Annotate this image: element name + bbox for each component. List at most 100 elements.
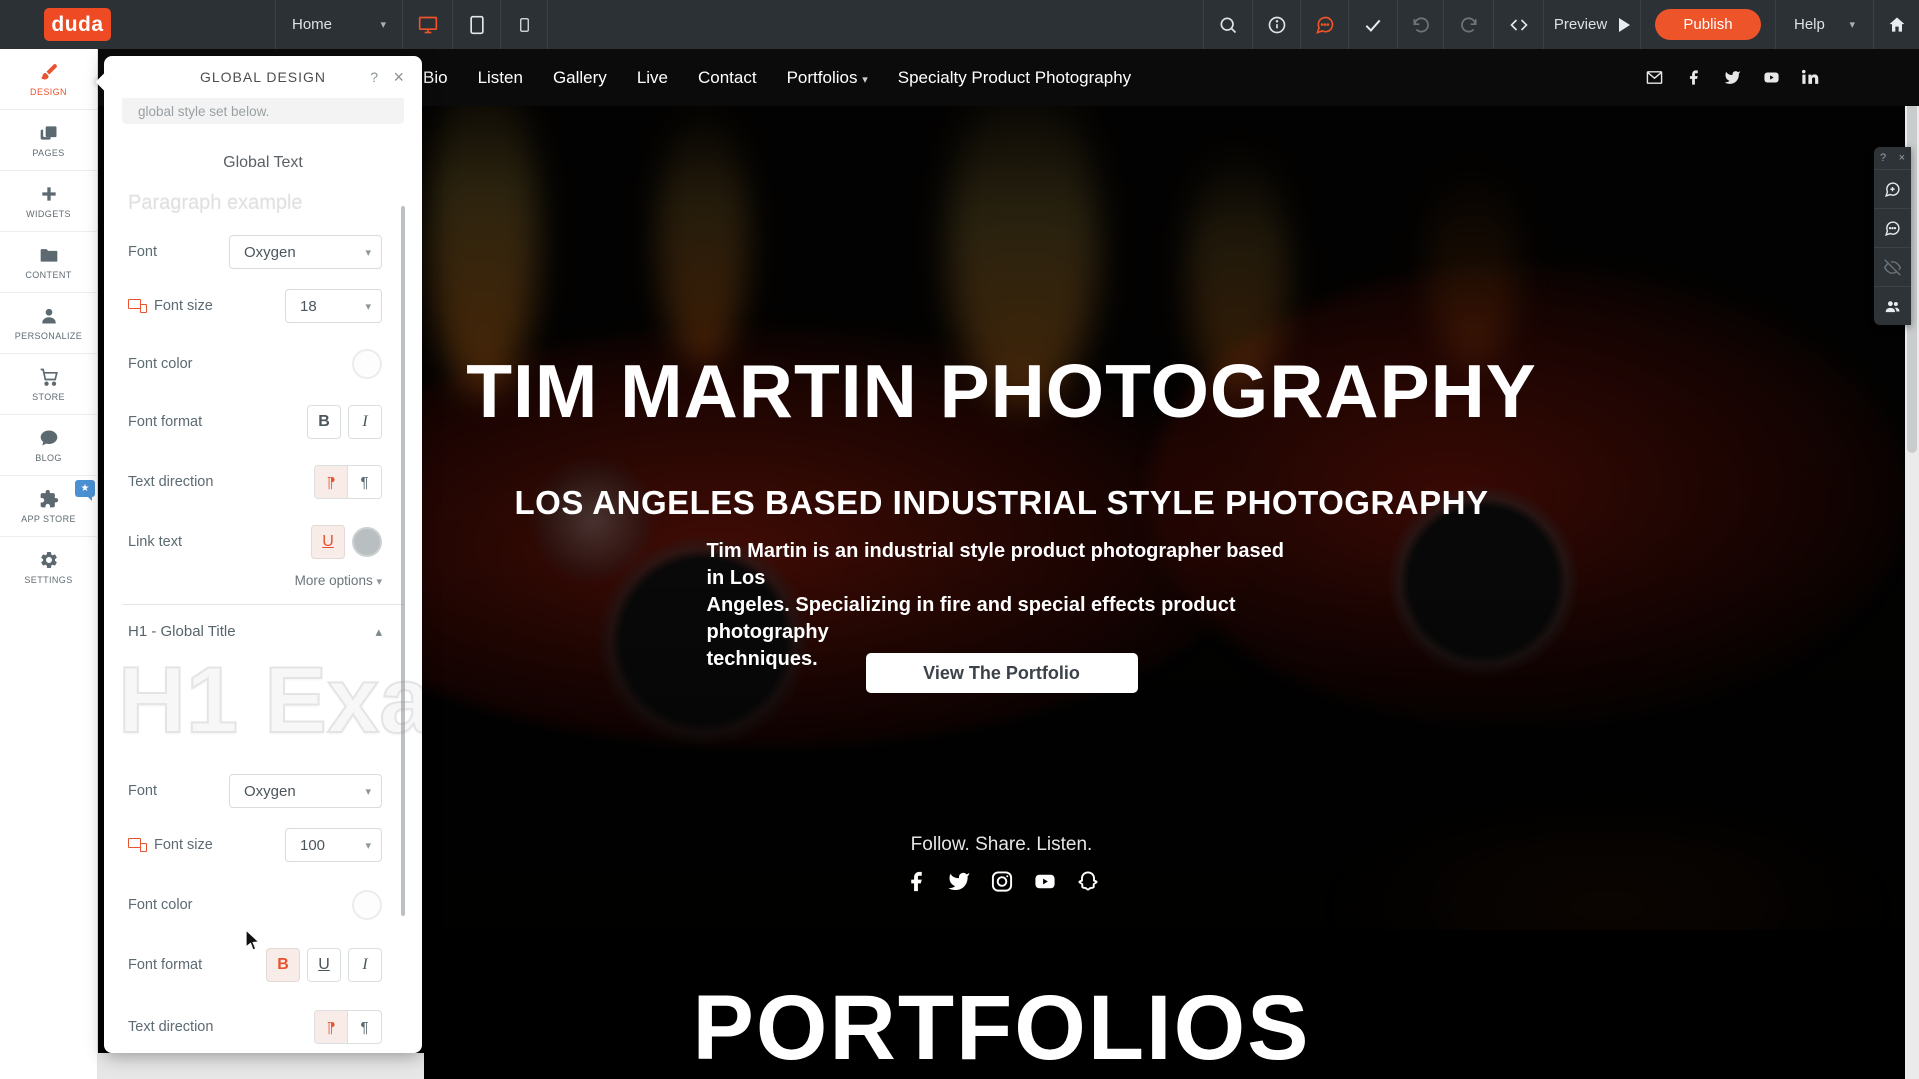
- direction-ltr-button[interactable]: ¶: [314, 465, 348, 499]
- bold-button[interactable]: B: [307, 405, 341, 439]
- sidebar-item-store[interactable]: STORE: [0, 354, 97, 415]
- chevron-down-icon: ▾: [1849, 18, 1855, 31]
- global-text-heading: Global Text: [104, 154, 422, 172]
- link-underline-button[interactable]: U: [311, 525, 345, 559]
- h1-font-size-select[interactable]: 100 ▾: [285, 828, 382, 862]
- panel-close-icon[interactable]: ×: [393, 67, 404, 88]
- global-design-panel: GLOBAL DESIGN ? × global style set below…: [104, 56, 422, 1053]
- facebook-icon[interactable]: [1685, 69, 1702, 86]
- dashboard-home-button[interactable]: [1873, 0, 1919, 49]
- nav-link-specialty[interactable]: Specialty Product Photography: [898, 68, 1131, 88]
- h1-font-size-row: Font size 100 ▾: [104, 828, 422, 862]
- font-size-select[interactable]: 18 ▾: [285, 289, 382, 323]
- hide-comments-button[interactable]: [1874, 247, 1911, 286]
- undo-button[interactable]: [1397, 0, 1443, 49]
- sidebar-item-label: BLOG: [35, 453, 62, 463]
- h1-italic-button[interactable]: I: [348, 948, 382, 982]
- collaborators-button[interactable]: [1874, 286, 1911, 325]
- chevron-up-icon[interactable]: ▴: [375, 624, 382, 640]
- save-check-button[interactable]: [1348, 0, 1397, 49]
- nav-link-listen[interactable]: Listen: [478, 68, 523, 88]
- sidebar-item-widgets[interactable]: WIDGETS: [0, 171, 97, 232]
- dev-mode-button[interactable]: [1493, 0, 1543, 49]
- device-mobile-button[interactable]: [500, 0, 548, 49]
- chevron-down-icon: ▾: [862, 74, 868, 86]
- sidebar-item-personalize[interactable]: PERSONALIZE: [0, 293, 97, 354]
- sidebar-item-app-store[interactable]: APP STORE ★: [0, 476, 97, 537]
- toolbar-help-icon[interactable]: ?: [1880, 152, 1886, 164]
- duda-logo[interactable]: duda: [44, 8, 111, 41]
- font-size-label: Font size: [128, 298, 213, 314]
- youtube-icon[interactable]: [1763, 69, 1780, 86]
- more-options-link[interactable]: More options ▾: [104, 573, 422, 588]
- h1-text-direction-row: Text direction ¶ ¶: [104, 1010, 422, 1044]
- toolbar-close-icon[interactable]: ×: [1899, 152, 1905, 164]
- youtube-icon[interactable]: [1033, 870, 1056, 893]
- sidebar-item-label: DESIGN: [30, 87, 67, 97]
- facebook-icon[interactable]: [904, 870, 927, 893]
- h1-bold-button[interactable]: B: [266, 948, 300, 982]
- sidebar-item-label: STORE: [32, 392, 65, 402]
- redo-button[interactable]: [1443, 0, 1493, 49]
- sidebar-item-pages[interactable]: PAGES: [0, 110, 97, 171]
- h1-direction-ltr-button[interactable]: ¶: [314, 1010, 348, 1044]
- font-color-swatch[interactable]: [352, 349, 382, 379]
- h1-section-header[interactable]: H1 - Global Title ▴: [104, 623, 422, 640]
- h1-font-select[interactable]: Oxygen ▾: [229, 774, 382, 808]
- linkedin-icon[interactable]: [1802, 69, 1819, 86]
- nav-social-icons: [1646, 69, 1819, 86]
- font-format-label: Font format: [128, 957, 202, 973]
- snapchat-icon[interactable]: [1076, 870, 1099, 893]
- page-selector[interactable]: Home ▾: [275, 0, 402, 49]
- twitter-icon[interactable]: [1724, 69, 1741, 86]
- help-menu[interactable]: Help ▾: [1775, 0, 1873, 49]
- panel-footer-gutter: [98, 1053, 424, 1079]
- new-badge: ★: [75, 480, 95, 497]
- sidebar-item-settings[interactable]: SETTINGS: [0, 537, 97, 598]
- device-tablet-button[interactable]: [452, 0, 500, 49]
- sidebar-item-content[interactable]: CONTENT: [0, 232, 97, 293]
- nav-link-bio[interactable]: Bio: [423, 68, 448, 88]
- h1-direction-rtl-button[interactable]: ¶: [348, 1010, 382, 1044]
- home-icon: [1887, 15, 1907, 35]
- italic-button[interactable]: I: [348, 405, 382, 439]
- direction-rtl-button[interactable]: ¶: [348, 465, 382, 499]
- comments-list-button[interactable]: [1874, 208, 1911, 247]
- font-select[interactable]: Oxygen ▾: [229, 235, 382, 269]
- email-icon[interactable]: [1646, 69, 1663, 86]
- code-icon: [1509, 15, 1529, 35]
- twitter-icon[interactable]: [947, 870, 970, 893]
- search-button[interactable]: [1203, 0, 1252, 49]
- nav-link-live[interactable]: Live: [637, 68, 668, 88]
- view-portfolio-button[interactable]: View The Portfolio: [866, 653, 1138, 693]
- h1-font-color-swatch[interactable]: [352, 890, 382, 920]
- font-format-row: Font format B I: [104, 405, 422, 439]
- users-icon: [1884, 298, 1901, 315]
- panel-scrollbar[interactable]: [401, 206, 405, 916]
- instagram-icon[interactable]: [990, 870, 1013, 893]
- text-direction-label: Text direction: [128, 474, 213, 490]
- sidebar-item-label: CONTENT: [25, 270, 71, 280]
- chat-bubble-icon: [1315, 15, 1335, 35]
- add-comment-button[interactable]: [1874, 169, 1911, 208]
- check-icon: [1363, 15, 1383, 35]
- chevron-down-icon: ▾: [365, 300, 371, 313]
- publish-button[interactable]: Publish: [1655, 9, 1761, 40]
- h1-underline-button[interactable]: U: [307, 948, 341, 982]
- sidebar-item-design[interactable]: DESIGN: [0, 49, 97, 110]
- feedback-button[interactable]: [1300, 0, 1348, 49]
- nav-link-portfolios[interactable]: Portfolios ▾: [787, 68, 868, 88]
- font-label: Font: [128, 783, 157, 799]
- nav-link-gallery[interactable]: Gallery: [553, 68, 607, 88]
- preview-button[interactable]: Preview: [1543, 0, 1640, 49]
- panel-help-icon[interactable]: ?: [370, 69, 378, 85]
- device-desktop-button[interactable]: [402, 0, 452, 49]
- text-direction-row: Text direction ¶ ¶: [104, 465, 422, 499]
- sidebar-item-blog[interactable]: BLOG: [0, 415, 97, 476]
- help-label: Help: [1794, 16, 1825, 33]
- nav-link-contact[interactable]: Contact: [698, 68, 757, 88]
- pages-icon: [39, 123, 59, 143]
- link-color-swatch[interactable]: [352, 527, 382, 557]
- info-button[interactable]: [1252, 0, 1300, 49]
- hero-social-icons: [904, 870, 1099, 893]
